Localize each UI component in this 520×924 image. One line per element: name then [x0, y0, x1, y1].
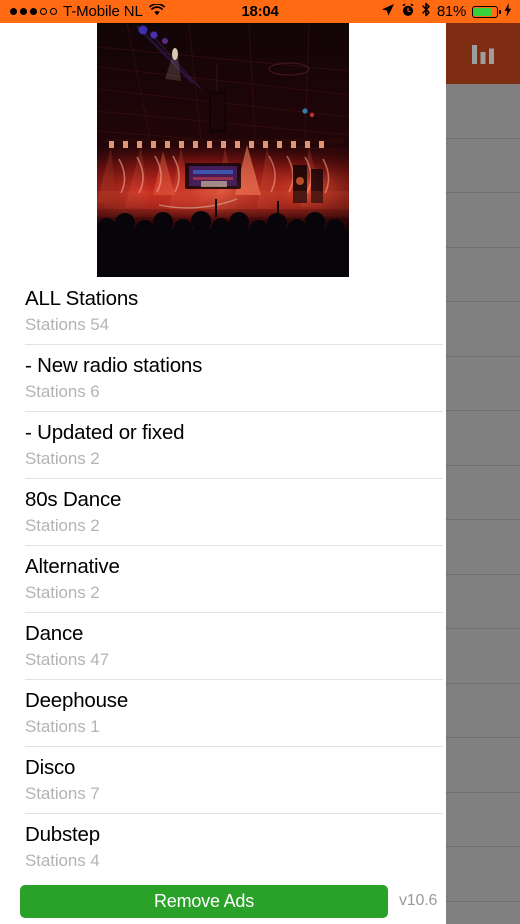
list-item-title: ALL Stations	[25, 287, 139, 310]
list-item-title: Dance	[25, 622, 84, 645]
concert-stage-photo	[97, 23, 349, 277]
equalizer-panel-header[interactable]	[446, 23, 520, 84]
list-item[interactable]: - Updated or fixed Stations 2	[0, 411, 446, 478]
list-item[interactable]: Deephouse Stations 1	[0, 679, 446, 746]
remove-ads-button[interactable]: Remove Ads	[20, 884, 388, 918]
hero-image-container	[0, 23, 446, 277]
list-item-subtitle: Stations 2	[25, 449, 100, 468]
dimmed-row	[446, 302, 520, 357]
battery-icon	[472, 5, 501, 18]
lightning-bolt-icon	[504, 2, 512, 21]
dimmed-row	[446, 902, 520, 924]
bottom-bar: Remove Ads v10.6	[0, 878, 446, 924]
dimmed-row	[446, 193, 520, 248]
list-item-title: Disco	[25, 756, 76, 779]
dimmed-row-stack	[446, 84, 520, 924]
bluetooth-icon	[421, 2, 431, 21]
dimmed-row	[446, 139, 520, 193]
list-item[interactable]: Disco Stations 7	[0, 746, 446, 813]
list-item-subtitle: Stations 7	[25, 784, 100, 803]
list-item-subtitle: Stations 1	[25, 717, 100, 736]
dimmed-row	[446, 629, 520, 684]
list-item-subtitle: Stations 54	[25, 315, 109, 334]
list-item[interactable]: - New radio stations Stations 6	[0, 344, 446, 411]
list-item[interactable]: Dubstep Stations 4	[0, 813, 446, 880]
list-item-title: - New radio stations	[25, 354, 203, 377]
dimmed-row	[446, 738, 520, 793]
list-item-title: - Updated or fixed	[25, 421, 185, 444]
list-item-subtitle: Stations 6	[25, 382, 100, 401]
status-bar: T-Mobile NL 18:04 81%	[0, 0, 520, 23]
list-item-title: Dubstep	[25, 823, 100, 846]
dimmed-row	[446, 357, 520, 411]
dimmed-row	[446, 793, 520, 847]
battery-percent-label: 81%	[436, 3, 466, 20]
alarm-clock-icon	[401, 3, 415, 21]
dimmed-row	[446, 575, 520, 629]
dimmed-row	[446, 84, 520, 139]
list-item-subtitle: Stations 47	[25, 650, 109, 669]
status-bar-right: 81%	[381, 2, 512, 21]
list-item-subtitle: Stations 2	[25, 516, 100, 535]
dimmed-row	[446, 248, 520, 302]
list-item-title: Deephouse	[25, 689, 129, 712]
station-category-list: ALL Stations Stations 54 - New radio sta…	[0, 277, 446, 924]
app-screen: T-Mobile NL 18:04 81% ALL Stations Stati…	[0, 0, 520, 924]
location-arrow-icon	[381, 3, 395, 21]
dimmed-row	[446, 847, 520, 902]
list-item-subtitle: Stations 4	[25, 851, 100, 870]
list-item[interactable]: Alternative Stations 2	[0, 545, 446, 612]
list-item-subtitle: Stations 2	[25, 583, 100, 602]
main-content: ALL Stations Stations 54 - New radio sta…	[0, 23, 446, 924]
list-item-title: Alternative	[25, 555, 120, 578]
dimmed-row	[446, 411, 520, 466]
list-item[interactable]: 80s Dance Stations 2	[0, 478, 446, 545]
dimmed-row	[446, 466, 520, 520]
list-item-title: 80s Dance	[25, 488, 122, 511]
dimmed-row	[446, 520, 520, 575]
dimmed-row	[446, 684, 520, 738]
list-item[interactable]: Dance Stations 47	[0, 612, 446, 679]
equalizer-bars-icon	[470, 42, 496, 66]
list-item[interactable]: ALL Stations Stations 54	[0, 277, 446, 344]
right-dimmed-panel[interactable]	[446, 23, 520, 924]
version-label: v10.6	[399, 892, 438, 909]
